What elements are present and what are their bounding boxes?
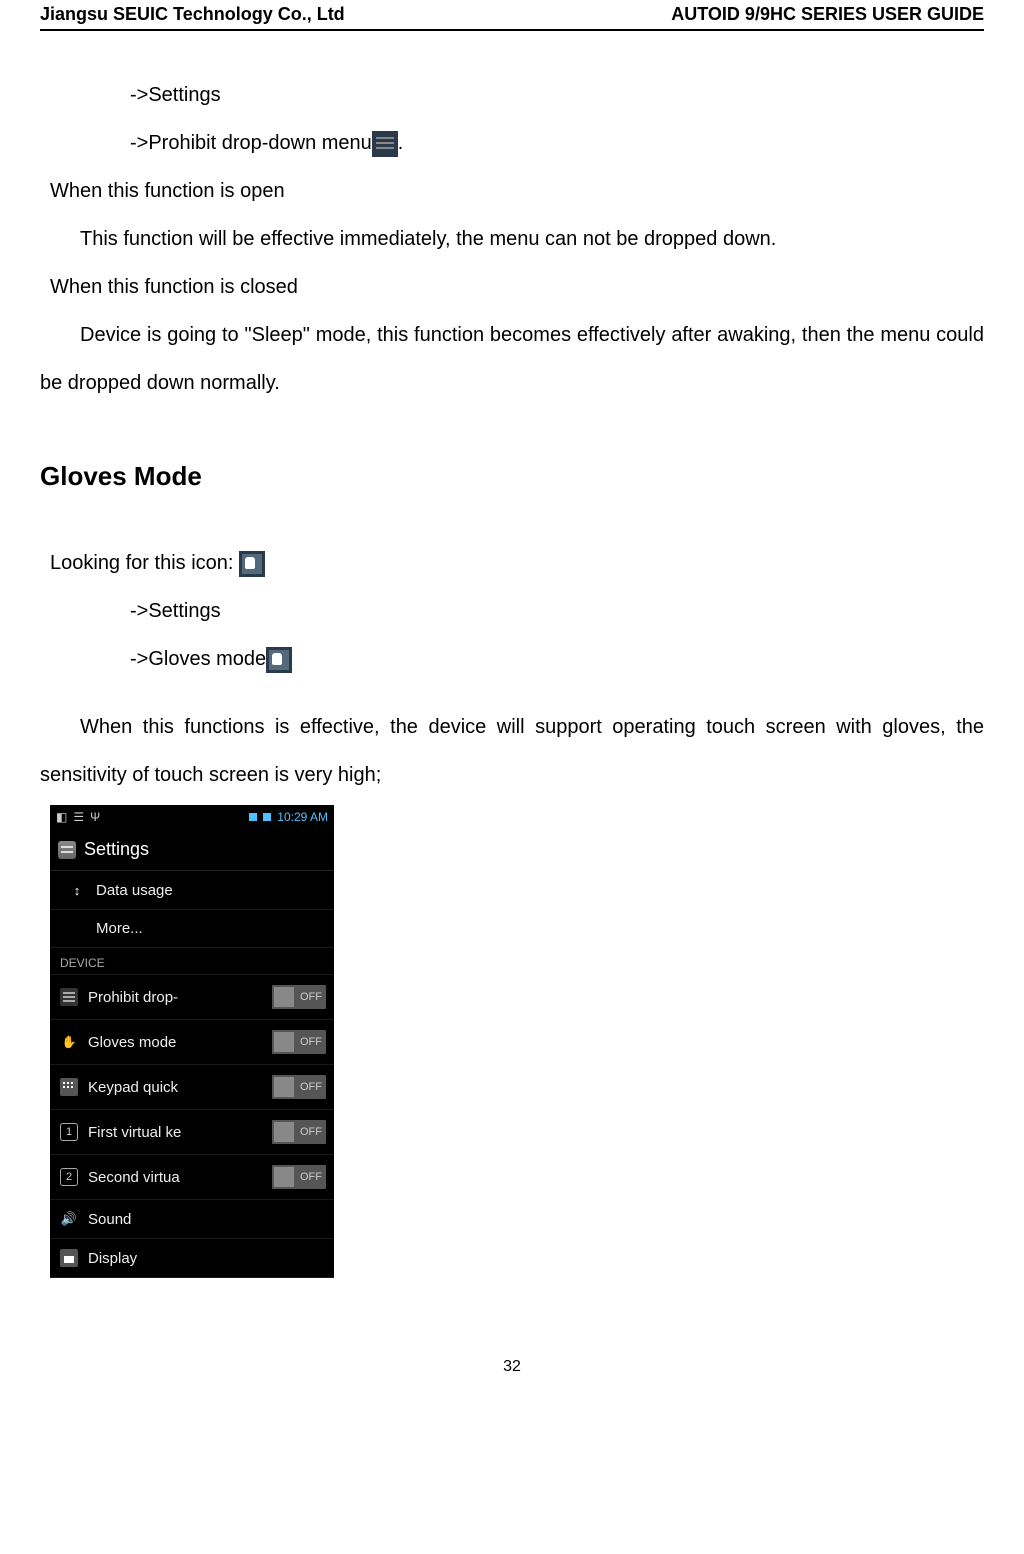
toggle-label: OFF [298, 1171, 324, 1183]
status-icon-1: ◧ [56, 810, 67, 824]
page-number: 32 [40, 1358, 984, 1376]
status-time: 10:29 AM [277, 810, 328, 824]
display-icon [60, 1249, 78, 1267]
list-label: More... [68, 920, 326, 937]
toggle-label: OFF [298, 1036, 324, 1048]
list-item-more[interactable]: More... [50, 910, 334, 948]
text-span: ->Prohibit drop-down menu [130, 132, 372, 154]
section-title-gloves: Gloves Mode [40, 445, 984, 507]
two-box-icon: 2 [60, 1168, 78, 1186]
header-right: AUTOID 9/9HC SERIES USER GUIDE [671, 4, 984, 25]
section-label-device: DEVICE [50, 948, 334, 975]
list-label: First virtual ke [88, 1124, 262, 1141]
first-virtual-toggle[interactable]: OFF [272, 1120, 326, 1144]
list-label: Gloves mode [88, 1034, 262, 1051]
text-line-closed: When this function is closed [40, 263, 984, 311]
text-span: Device is going to "Sleep" mode, this fu… [40, 324, 984, 394]
prohibit-toggle[interactable]: OFF [272, 985, 326, 1009]
header-left: Jiangsu SEUIC Technology Co., Ltd [40, 4, 345, 25]
list-label: Sound [88, 1211, 326, 1228]
text-line-prohibit: ->Prohibit drop-down menu. [40, 119, 984, 167]
text-line-settings: ->Settings [40, 71, 984, 119]
gloves-mode-icon [266, 647, 292, 673]
status-icon-2: ☰ [73, 810, 84, 824]
signal-icon-1 [249, 813, 257, 821]
device-screenshot: ◧ ☰ Ψ 10:29 AM Settings Data usage More.… [50, 805, 334, 1278]
signal-icon-2 [263, 813, 271, 821]
gloves-toggle[interactable]: OFF [272, 1030, 326, 1054]
text-line-closed-desc: Device is going to "Sleep" mode, this fu… [40, 311, 984, 407]
text-line-open: When this function is open [40, 167, 984, 215]
text-span: ->Gloves mode [130, 648, 266, 670]
toggle-label: OFF [298, 1126, 324, 1138]
keypad-icon [60, 1078, 78, 1096]
list-item-data-usage[interactable]: Data usage [50, 871, 334, 910]
list-label: Display [88, 1250, 326, 1267]
list-item-sound[interactable]: Sound [50, 1200, 334, 1239]
list-label: Data usage [96, 882, 326, 899]
second-virtual-toggle[interactable]: OFF [272, 1165, 326, 1189]
list-item-second-virtual[interactable]: 2 Second virtua OFF [50, 1155, 334, 1200]
list-label: Keypad quick [88, 1079, 262, 1096]
keypad-toggle[interactable]: OFF [272, 1075, 326, 1099]
list-item-keypad[interactable]: Keypad quick OFF [50, 1065, 334, 1110]
page-header: Jiangsu SEUIC Technology Co., Ltd AUTOID… [40, 0, 984, 25]
toggle-label: OFF [298, 991, 324, 1003]
prohibit-icon [60, 988, 78, 1006]
header-divider [40, 29, 984, 31]
data-usage-icon [68, 881, 86, 899]
list-item-first-virtual[interactable]: 1 First virtual ke OFF [50, 1110, 334, 1155]
settings-title: Settings [84, 839, 149, 860]
text-span: When this functions is effective, the de… [40, 716, 984, 786]
list-item-display[interactable]: Display [50, 1239, 334, 1278]
prohibit-menu-icon [372, 131, 398, 157]
sound-icon [60, 1210, 78, 1228]
list-item-gloves[interactable]: Gloves mode OFF [50, 1020, 334, 1065]
hand-icon [60, 1033, 78, 1051]
text-line-open-desc: This function will be effective immediat… [40, 215, 984, 263]
list-item-prohibit[interactable]: Prohibit drop- OFF [50, 975, 334, 1020]
text-line-gloves-desc: When this functions is effective, the de… [40, 703, 984, 799]
list-label: Second virtua [88, 1169, 262, 1186]
list-label: Prohibit drop- [88, 989, 262, 1006]
gloves-app-icon [239, 551, 265, 577]
text-line-gloves-mode: ->Gloves mode [40, 635, 984, 683]
status-bar: ◧ ☰ Ψ 10:29 AM [50, 805, 334, 829]
toggle-label: OFF [298, 1081, 324, 1093]
text-span: Looking for this icon: [50, 552, 239, 574]
text-line-settings-2: ->Settings [40, 587, 984, 635]
text-line-looking: Looking for this icon: [40, 539, 984, 587]
one-box-icon: 1 [60, 1123, 78, 1141]
settings-icon [58, 841, 76, 859]
status-icon-3: Ψ [90, 810, 100, 824]
settings-title-bar: Settings [50, 829, 334, 871]
